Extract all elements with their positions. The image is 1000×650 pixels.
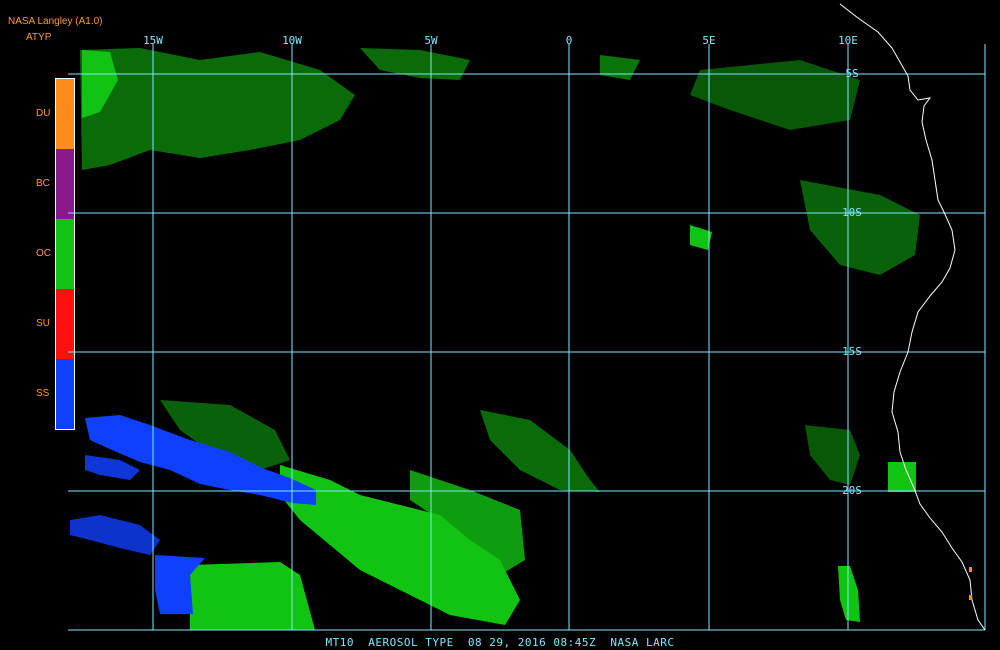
aerosol-map: 15W 10W 5W 0 5E 10E 5S 10S 15S 20S: [68, 3, 986, 631]
longitude-label: 10E: [838, 34, 858, 47]
map-footer: MT10 AEROSOL TYPE 08 29, 2016 08:45Z NAS…: [325, 636, 675, 649]
longitude-label: 15W: [143, 34, 163, 47]
latitude-label: 15S: [842, 345, 862, 358]
longitude-label: 10W: [282, 34, 302, 47]
latitude-label: 10S: [842, 206, 862, 219]
organic-carbon-patches: [80, 48, 920, 630]
latitude-label: 5S: [845, 67, 858, 80]
longitude-label: 5E: [702, 34, 715, 47]
coastline: [839, 3, 986, 631]
longitude-label: 0: [566, 34, 573, 47]
longitude-label: 5W: [424, 34, 438, 47]
latitude-label: 20S: [842, 484, 862, 497]
aerosol-plumes: [70, 48, 920, 630]
dust-pixel: [969, 567, 972, 572]
dust-pixel: [969, 595, 972, 600]
